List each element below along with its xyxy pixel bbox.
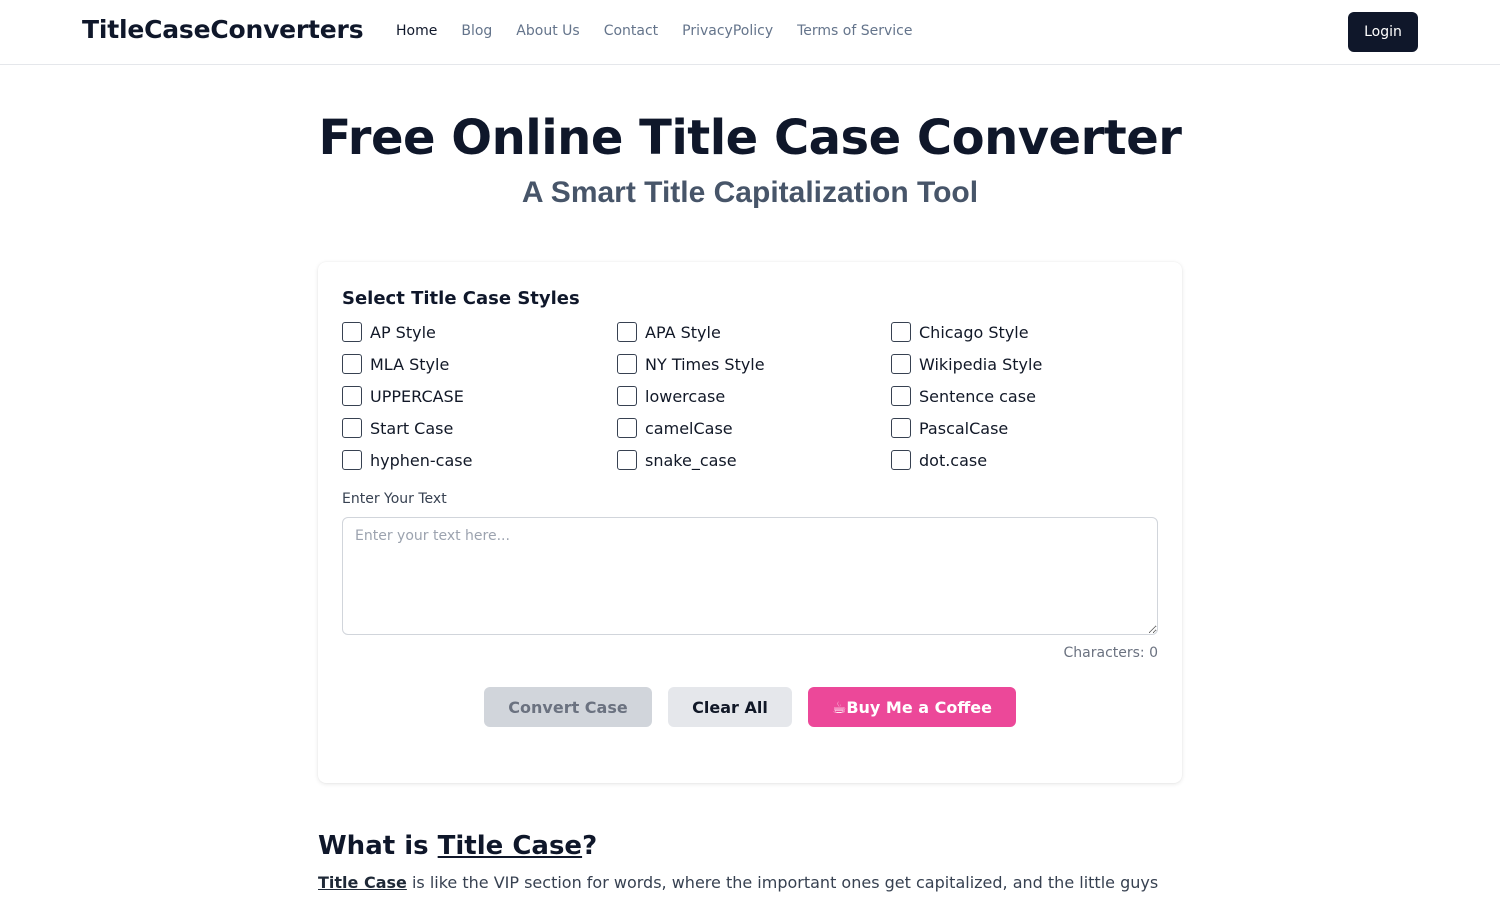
page-title: Free Online Title Case Converter [318,110,1182,166]
nav-link-privacy-policy[interactable]: PrivacyPolicy [682,23,773,39]
option-mla-style[interactable]: MLA Style [342,354,617,374]
mla-style-checkbox[interactable] [342,354,362,374]
option-label: Sentence case [919,386,1036,406]
option-start-case[interactable]: Start Case [342,418,617,438]
heading-prefix: What is [318,831,438,861]
styles-heading: Select Title Case Styles [342,288,580,309]
option-chicago-style[interactable]: Chicago Style [891,322,1161,342]
option-ny-times-style[interactable]: NY Times Style [617,354,891,374]
dot-case-checkbox[interactable] [891,450,911,470]
style-options-grid: AP Style APA Style Chicago Style MLA Sty… [342,322,1162,470]
sentence-case-checkbox[interactable] [891,386,911,406]
top-navbar: TitleCaseConverters Home Blog About Us C… [0,0,1500,65]
option-label: NY Times Style [645,354,765,374]
option-apa-style[interactable]: APA Style [617,322,891,342]
converter-card: Select Title Case Styles AP Style APA St… [318,262,1182,783]
heading-suffix: ? [582,831,598,861]
option-label: lowercase [645,386,726,406]
option-lowercase[interactable]: lowercase [617,386,891,406]
option-sentence-case[interactable]: Sentence case [891,386,1161,406]
main-nav: Home Blog About Us Contact PrivacyPolicy… [396,23,913,39]
option-label: Wikipedia Style [919,354,1043,374]
option-snake-case[interactable]: snake_case [617,450,891,470]
title-case-link[interactable]: Title Case [318,873,407,892]
article-heading: What is Title Case? [318,831,597,861]
option-label: PascalCase [919,418,1009,438]
text-input[interactable] [342,517,1158,635]
option-camel-case[interactable]: camelCase [617,418,891,438]
wikipedia-style-checkbox[interactable] [891,354,911,374]
paragraph-text: is like the VIP section for words, where… [406,873,1159,892]
start-case-checkbox[interactable] [342,418,362,438]
clear-all-button[interactable]: Clear All [668,687,792,727]
title-case-heading-link[interactable]: Title Case [438,831,582,861]
option-ap-style[interactable]: AP Style [342,322,617,342]
option-label: dot.case [919,450,988,470]
ap-style-checkbox[interactable] [342,322,362,342]
option-label: Start Case [370,418,454,438]
page-subtitle: A Smart Title Capitalization Tool [521,176,979,209]
login-button[interactable]: Login [1348,12,1418,52]
option-wikipedia-style[interactable]: Wikipedia Style [891,354,1161,374]
apa-style-checkbox[interactable] [617,322,637,342]
buy-me-a-coffee-button[interactable]: ☕Buy Me a Coffee [808,687,1016,727]
convert-case-button[interactable]: Convert Case [484,687,652,727]
option-hyphen-case[interactable]: hyphen-case [342,450,617,470]
option-label: camelCase [645,418,733,438]
article-paragraph: Title Case is like the VIP section for w… [318,873,1182,892]
option-label: hyphen-case [370,450,473,470]
option-label: UPPERCASE [370,386,464,406]
nav-link-about-us[interactable]: About Us [516,23,579,39]
option-dot-case[interactable]: dot.case [891,450,1161,470]
nav-link-blog[interactable]: Blog [461,23,492,39]
option-label: Chicago Style [919,322,1029,342]
uppercase-checkbox[interactable] [342,386,362,406]
option-label: APA Style [645,322,721,342]
option-label: AP Style [370,322,436,342]
hyphen-case-checkbox[interactable] [342,450,362,470]
option-pascal-case[interactable]: PascalCase [891,418,1161,438]
lowercase-checkbox[interactable] [617,386,637,406]
nav-link-terms-of-service[interactable]: Terms of Service [797,23,912,39]
pascal-case-checkbox[interactable] [891,418,911,438]
character-count: Characters: 0 [1063,645,1159,661]
option-uppercase[interactable]: UPPERCASE [342,386,617,406]
chicago-style-checkbox[interactable] [891,322,911,342]
camel-case-checkbox[interactable] [617,418,637,438]
option-label: snake_case [645,450,737,470]
nav-link-home[interactable]: Home [396,23,437,39]
ny-times-style-checkbox[interactable] [617,354,637,374]
option-label: MLA Style [370,354,450,374]
text-input-label: Enter Your Text [342,491,447,507]
brand-logo[interactable]: TitleCaseConverters [82,15,364,44]
snake-case-checkbox[interactable] [617,450,637,470]
nav-link-contact[interactable]: Contact [604,23,658,39]
